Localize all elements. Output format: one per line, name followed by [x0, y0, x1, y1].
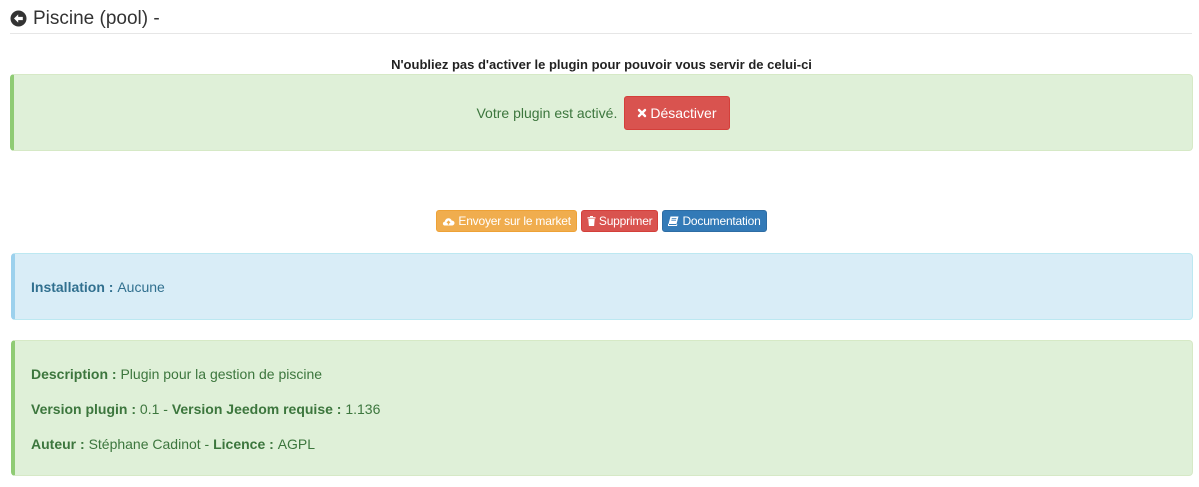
plugin-action-bar: Envoyer sur le market Supprimer Document…: [10, 210, 1193, 232]
author-row: Auteur : Stéphane Cadinot - Licence : AG…: [31, 435, 1176, 470]
documentation-button[interactable]: Documentation: [662, 210, 767, 232]
times-icon: [637, 108, 647, 118]
description-value: Plugin pour la gestion de piscine: [120, 366, 323, 382]
author-value: Stéphane Cadinot: [88, 436, 201, 452]
activation-hint: N'oubliez pas d'activer le plugin pour p…: [391, 57, 812, 72]
description-row: Description : Plugin pour la gestion de …: [31, 365, 1176, 400]
arrow-circle-left-icon[interactable]: [10, 10, 27, 27]
page-title: Piscine (pool) -: [33, 8, 160, 29]
send-to-market-button[interactable]: Envoyer sur le market: [436, 210, 577, 232]
page-header: Piscine (pool) -: [10, 6, 1192, 34]
author-label: Auteur :: [31, 436, 85, 452]
delete-button[interactable]: Supprimer: [580, 210, 659, 232]
version-label: Version plugin :: [31, 401, 137, 417]
delete-label: Supprimer: [598, 214, 653, 228]
book-icon: [668, 216, 679, 226]
plugin-details-panel: Description : Plugin pour la gestion de …: [11, 340, 1193, 476]
version-row: Version plugin : 0.1 - Version Jeedom re…: [31, 400, 1176, 435]
author-separator: -: [204, 436, 210, 452]
jeedom-version-label: Version Jeedom requise :: [171, 401, 342, 417]
activation-status-text: Votre plugin est activé.: [476, 104, 618, 121]
trash-icon: [587, 216, 596, 226]
description-label: Description :: [31, 366, 117, 382]
send-to-market-label: Envoyer sur le market: [458, 214, 571, 228]
jeedom-version-value: 1.136: [345, 401, 381, 417]
deactivate-label: Désactiver: [650, 104, 717, 121]
installation-label: Installation :: [31, 278, 114, 295]
licence-value: AGPL: [277, 436, 316, 452]
deactivate-button[interactable]: Désactiver: [624, 95, 730, 130]
licence-label: Licence :: [213, 436, 274, 452]
installation-panel: Installation : Aucune: [11, 253, 1193, 320]
version-separator: -: [163, 401, 168, 417]
documentation-label: Documentation: [682, 214, 761, 228]
installation-value: Aucune: [117, 278, 165, 295]
cloud-upload-icon: [442, 216, 455, 226]
version-value: 0.1: [139, 401, 160, 417]
activation-status-panel: Votre plugin est activé. Désactiver: [10, 74, 1193, 151]
